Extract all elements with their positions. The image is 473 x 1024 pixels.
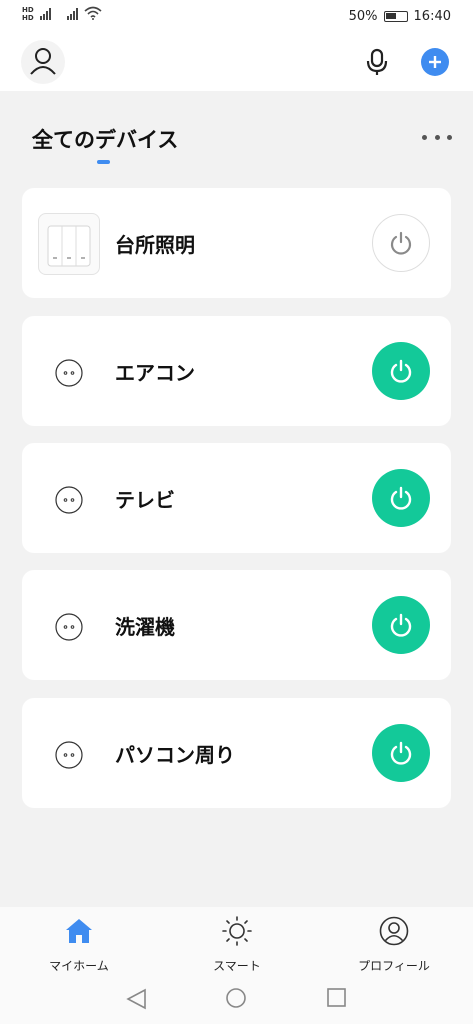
recent-apps-icon[interactable] xyxy=(327,988,346,1007)
microphone-icon xyxy=(366,48,388,75)
device-name: テレビ xyxy=(115,488,175,512)
device-card[interactable]: 台所照明 xyxy=(22,188,451,298)
power-icon xyxy=(390,231,412,255)
sun-icon xyxy=(222,916,252,946)
home-circle-icon[interactable] xyxy=(226,988,246,1008)
socket-icon xyxy=(55,359,83,387)
nav-label: プロフィール xyxy=(358,959,430,973)
system-navigation-bar xyxy=(126,988,346,1010)
device-name: 台所照明 xyxy=(115,233,195,257)
section-tab-all-devices[interactable]: 全てのデバイス xyxy=(32,124,178,154)
nav-label: マイホーム xyxy=(49,959,109,973)
more-options-button[interactable] xyxy=(422,126,452,148)
more-dot-icon xyxy=(422,134,427,140)
profile-icon xyxy=(379,916,409,946)
wifi-icon xyxy=(84,6,102,20)
nav-item-profile[interactable]: プロフィール xyxy=(334,915,454,974)
device-card[interactable]: エアコン xyxy=(22,316,451,426)
battery-icon xyxy=(383,11,408,22)
device-card[interactable]: パソコン周り xyxy=(22,698,451,808)
socket-icon xyxy=(55,613,83,641)
device-card[interactable]: 洗濯機 xyxy=(22,570,451,680)
more-dot-icon xyxy=(434,134,440,140)
status-right: 50% 16:40 xyxy=(349,9,451,24)
plus-icon xyxy=(429,56,441,68)
device-card[interactable]: テレビ xyxy=(22,443,451,553)
active-tab-indicator xyxy=(97,160,110,164)
power-icon xyxy=(390,359,412,383)
status-left: HD HD xyxy=(22,6,102,22)
power-toggle-button[interactable] xyxy=(372,724,430,782)
device-name: 洗濯機 xyxy=(115,615,175,639)
home-icon xyxy=(66,919,92,943)
power-toggle-button[interactable] xyxy=(372,596,430,654)
clock: 16:40 xyxy=(413,9,451,24)
battery-percent: 50% xyxy=(348,9,378,24)
wall-switch-icon xyxy=(38,213,100,275)
add-device-button[interactable] xyxy=(421,48,449,76)
back-icon[interactable] xyxy=(126,988,146,1010)
power-toggle-button[interactable] xyxy=(372,342,430,400)
power-toggle-button[interactable] xyxy=(372,469,430,527)
device-name: エアコン xyxy=(115,361,195,385)
hd-indicator: HD HD xyxy=(22,6,34,22)
power-icon xyxy=(390,613,412,637)
nav-item-my-home[interactable]: マイホーム xyxy=(19,915,139,974)
user-icon xyxy=(30,48,56,75)
power-toggle-button[interactable] xyxy=(372,214,430,272)
app-header xyxy=(0,36,473,91)
signal-icon xyxy=(39,6,51,20)
user-avatar-button[interactable] xyxy=(21,40,65,84)
power-icon xyxy=(390,741,412,765)
power-icon xyxy=(390,486,412,510)
socket-icon xyxy=(55,741,83,769)
voice-button[interactable] xyxy=(363,48,391,76)
more-dot-icon xyxy=(447,134,452,140)
nav-item-smart[interactable]: スマート xyxy=(177,915,297,974)
socket-icon xyxy=(55,486,83,514)
status-bar: HD HD 50% 16:40 xyxy=(0,0,473,36)
device-name: パソコン周り xyxy=(115,743,235,767)
nav-label: スマート xyxy=(213,959,261,973)
signal-icon xyxy=(66,6,78,20)
